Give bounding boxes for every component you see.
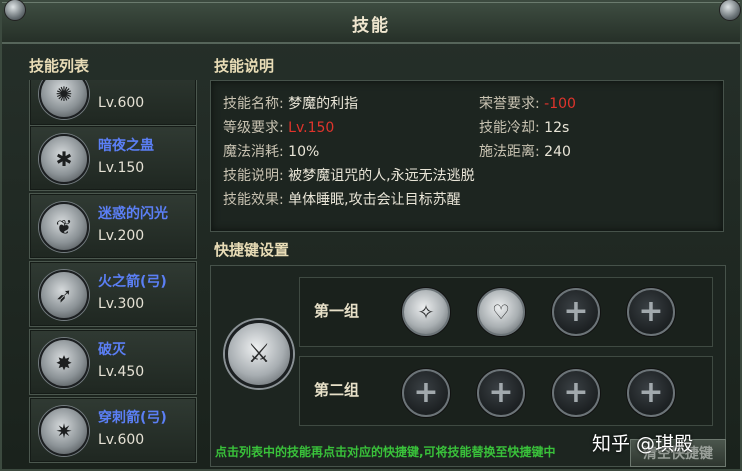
slot-empty-plus-icon[interactable]: + [627,288,675,336]
effect-label: 技能效果: [223,192,284,208]
swirl-icon: ✺ [39,80,89,119]
insect-icon: ✱ [39,134,89,184]
level-label: 等级要求: [223,120,284,136]
mana-value: 10% [288,144,320,160]
skill-name: 火之箭(弓) [98,274,167,290]
mana-label: 魔法消耗: [223,144,284,160]
skill-list: ✺ Lv.600 ✱ 暗夜之蛊 Lv.150 ❦ 迷惑的闪光 Lv.200 ➶ … [29,80,197,464]
group-2-label: 第二组 [314,381,360,399]
slot-empty-plus-icon[interactable]: + [552,288,600,336]
burst-icon: ✸ [39,338,89,388]
desc-value: 被梦魔诅咒的人,永远无法逃脱 [288,168,475,184]
honor-label: 荣誉要求: [479,96,540,112]
close-icon[interactable] [719,0,741,21]
description-panel: 技能名称: 梦魔的利指 荣誉要求: -100 等级要求: Lv.150 技能冷却… [210,80,724,232]
level-value: Lv.150 [288,120,335,136]
effect-row: 技能效果: 单体睡眠,攻击会让目标苏醒 [223,189,461,209]
skill-name: 穿刺箭(弓) [98,410,167,426]
skill-item[interactable]: ✸ 破灭 Lv.450 [29,329,197,395]
skill-item[interactable]: ✱ 暗夜之蛊 Lv.150 [29,125,197,191]
skill-item[interactable]: ✺ Lv.600 [29,80,197,126]
cooldown-row: 技能冷却: 12s [479,117,569,137]
title-bar: 技能 [2,0,741,44]
skill-window: 技能 技能列表 ✺ Lv.600 ✱ 暗夜之蛊 Lv.150 ❦ 迷惑的闪光 L… [0,0,742,471]
skill-name: 迷惑的闪光 [98,206,168,222]
skill-name: 暗夜之蛊 [98,138,154,154]
skill-level: Lv.600 [98,432,145,448]
description-heading: 技能说明 [214,57,275,75]
mana-row: 魔法消耗: 10% [223,141,319,161]
skill-level: Lv.300 [98,296,145,312]
skill-level: Lv.450 [98,364,145,380]
fire-arrow-icon: ➶ [39,270,89,320]
slot-empty-plus-icon[interactable]: + [552,369,600,417]
slot-empty-plus-icon[interactable]: + [627,369,675,417]
shortcut-group-1: 第一组 ✧ ♡ + + [299,277,713,347]
honor-value: -100 [544,96,576,112]
slot-sparkle-icon[interactable]: ✧ [402,288,450,336]
cooldown-label: 技能冷却: [479,120,540,136]
skill-name-label: 技能名称: [223,96,284,112]
slot-heart-icon[interactable]: ♡ [477,288,525,336]
watermark: 知乎 @琪殿 [592,433,694,455]
shortcut-heading: 快捷键设置 [214,241,290,259]
desc-row: 技能说明: 被梦魔诅咒的人,永远无法逃脱 [223,165,475,185]
skill-item[interactable]: ✷ 穿刺箭(弓) Lv.600 [29,397,197,463]
skill-name: 破灭 [98,342,126,358]
window-title: 技能 [352,16,390,36]
skill-list-heading: 技能列表 [29,57,90,75]
wing-icon: ❦ [39,202,89,252]
skill-level: Lv.200 [98,228,145,244]
shortcut-hint: 点击列表中的技能再点击对应的快捷键,可将技能替换至快捷键中 [215,445,556,459]
slot-empty-plus-icon[interactable]: + [477,369,525,417]
range-value: 240 [544,144,571,160]
group-1-label: 第一组 [314,302,360,320]
range-label: 施法距离: [479,144,540,160]
skill-level: Lv.600 [98,95,145,111]
skill-level: Lv.150 [98,160,145,176]
skill-item[interactable]: ❦ 迷惑的闪光 Lv.200 [29,193,197,259]
shortcut-group-2: 第二组 + + + + [299,356,713,426]
skill-name-row: 技能名称: 梦魔的利指 [223,93,358,113]
pierce-arrow-icon: ✷ [39,406,89,456]
skill-name-value: 梦魔的利指 [288,96,359,112]
cooldown-value: 12s [544,120,570,136]
slot-empty-plus-icon[interactable]: + [402,369,450,417]
effect-value: 单体睡眠,攻击会让目标苏醒 [288,192,461,208]
level-row: 等级要求: Lv.150 [223,117,334,137]
skill-item[interactable]: ➶ 火之箭(弓) Lv.300 [29,261,197,327]
selected-skill-sword-icon[interactable]: ⚔ [225,320,293,388]
range-row: 施法距离: 240 [479,141,571,161]
desc-label: 技能说明: [223,168,284,184]
honor-row: 荣誉要求: -100 [479,93,576,113]
